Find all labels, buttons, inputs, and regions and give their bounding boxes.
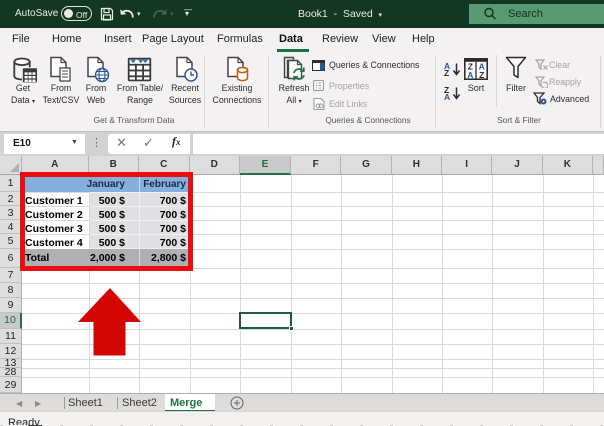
svg-text:A: A bbox=[467, 70, 473, 80]
svg-text:Z: Z bbox=[479, 70, 484, 80]
